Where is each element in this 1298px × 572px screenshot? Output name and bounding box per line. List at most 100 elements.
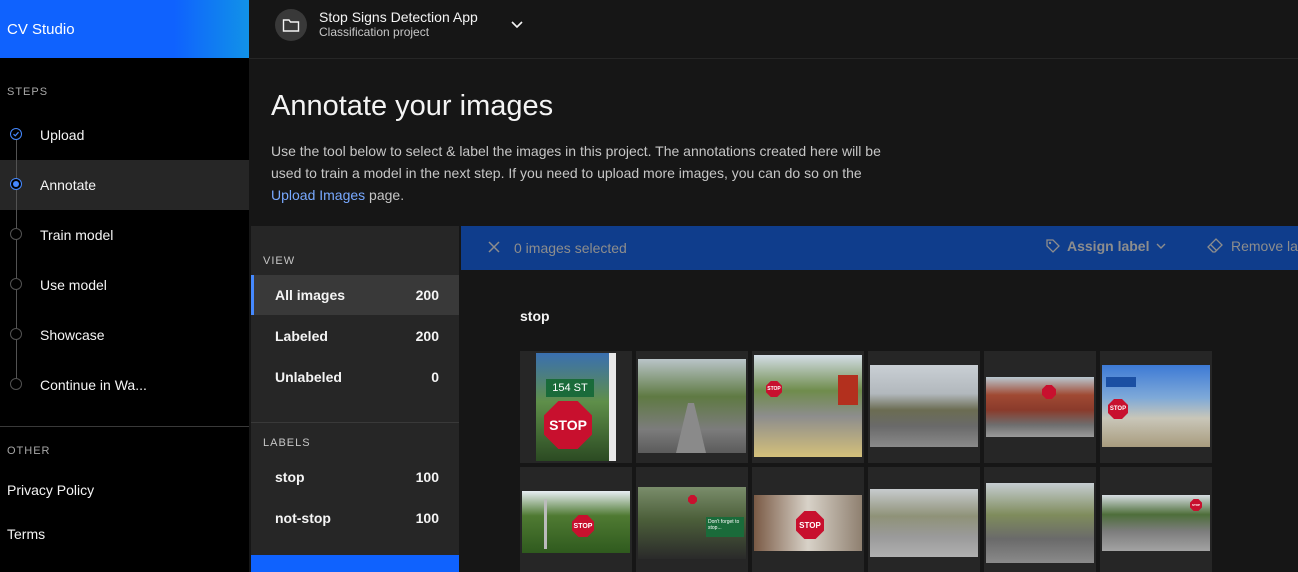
- view-panel: VIEW All images 200 Labeled 200 Unlabele…: [251, 226, 459, 572]
- filter-label: Unlabeled: [275, 369, 342, 385]
- selection-count: 0 images selected: [514, 240, 627, 256]
- road-sign: Don't forget to stop...: [706, 517, 744, 537]
- image-thumbnail: STOP: [754, 495, 862, 551]
- image-thumbnail: STOP: [754, 355, 862, 457]
- incomplete-step-icon: [10, 328, 22, 340]
- stop-sign: [1042, 385, 1056, 399]
- selection-toolbar: 0 images selected Assign label Remove la: [461, 226, 1298, 270]
- image-thumbnail: STOP: [1102, 365, 1210, 447]
- filter-all-images[interactable]: All images 200: [251, 275, 459, 315]
- stop-sign: [688, 495, 697, 504]
- image-tile[interactable]: [868, 467, 980, 572]
- stop-sign: STOP: [544, 401, 592, 449]
- incomplete-step-icon: [10, 228, 22, 240]
- folder-icon: [275, 9, 307, 41]
- description-text: Use the tool below to select & label the…: [271, 143, 881, 181]
- sidebar: CV Studio STEPS Upload Annotate Train mo…: [0, 0, 249, 572]
- project-name: Stop Signs Detection App: [319, 9, 478, 25]
- brand-title[interactable]: CV Studio: [0, 0, 249, 58]
- label-name: not-stop: [275, 510, 331, 526]
- image-thumbnail: [870, 365, 978, 447]
- filter-count: 200: [415, 328, 439, 344]
- stop-sign: STOP: [572, 515, 594, 537]
- image-tile[interactable]: 154 ST STOP: [520, 351, 632, 463]
- steps-heading: STEPS: [7, 86, 49, 98]
- filter-count: 0: [431, 369, 439, 385]
- step-train-model[interactable]: Train model: [0, 210, 249, 260]
- street-sign: 154 ST: [546, 379, 594, 397]
- step-annotate[interactable]: Annotate: [0, 160, 249, 210]
- label-name: stop: [275, 469, 305, 485]
- stop-sign: STOP: [796, 511, 824, 539]
- label-count: 100: [415, 510, 439, 526]
- steps-list: Upload Annotate Train model Use model Sh…: [0, 110, 249, 410]
- project-header: Stop Signs Detection App Classification …: [249, 0, 1298, 59]
- chevron-down-icon[interactable]: [509, 16, 525, 37]
- image-tile[interactable]: [984, 467, 1096, 572]
- step-continue-in-watson[interactable]: Continue in Wa...: [0, 360, 249, 410]
- filter-labeled[interactable]: Labeled 200: [251, 316, 459, 356]
- image-thumbnail: [638, 359, 746, 453]
- stop-sign: STOP: [766, 381, 782, 397]
- current-step-icon: [10, 178, 22, 190]
- image-thumbnail: STOP: [1102, 495, 1210, 551]
- upload-images-link[interactable]: Upload Images: [271, 187, 365, 203]
- image-thumbnail: [986, 483, 1094, 563]
- project-type: Classification project: [319, 25, 430, 39]
- image-tile[interactable]: Don't forget to stop...: [636, 467, 748, 572]
- image-tile[interactable]: STOP: [752, 351, 864, 463]
- image-tile[interactable]: STOP: [752, 467, 864, 572]
- step-label: Train model: [40, 227, 114, 243]
- remove-label-button[interactable]: Remove la: [1207, 238, 1298, 254]
- image-thumbnail: Don't forget to stop...: [638, 487, 746, 559]
- image-tile[interactable]: [984, 351, 1096, 463]
- incomplete-step-icon: [10, 278, 22, 290]
- stop-sign: STOP: [1190, 499, 1202, 511]
- view-heading: VIEW: [263, 255, 296, 267]
- image-tile[interactable]: STOP: [1100, 467, 1212, 572]
- image-tile[interactable]: STOP: [1100, 351, 1212, 463]
- image-thumbnail: [986, 377, 1094, 437]
- step-upload[interactable]: Upload: [0, 110, 249, 160]
- label-count: 100: [415, 469, 439, 485]
- filter-unlabeled[interactable]: Unlabeled 0: [251, 357, 459, 397]
- assign-label-text: Assign label: [1067, 238, 1150, 254]
- chevron-down-icon: [1156, 243, 1166, 249]
- image-gallery: stop 154 ST STOP STOP STOP STOP Don't fo…: [461, 270, 1298, 572]
- page-title: Annotate your images: [271, 90, 554, 122]
- tag-icon: [1046, 239, 1060, 253]
- description-text-end: page.: [365, 187, 405, 203]
- label-filter-stop[interactable]: stop 100: [251, 457, 459, 497]
- sidebar-divider: [0, 426, 249, 427]
- filter-label: Labeled: [275, 328, 328, 344]
- image-tile[interactable]: [868, 351, 980, 463]
- incomplete-step-icon: [10, 378, 22, 390]
- step-showcase[interactable]: Showcase: [0, 310, 249, 360]
- privacy-policy-link[interactable]: Privacy Policy: [7, 482, 94, 498]
- step-label: Upload: [40, 127, 85, 143]
- panel-divider: [251, 422, 459, 423]
- image-tile[interactable]: [636, 351, 748, 463]
- image-thumbnail: STOP: [522, 491, 630, 553]
- other-heading: OTHER: [7, 445, 51, 457]
- step-label: Use model: [40, 277, 107, 293]
- image-thumbnail: 154 ST STOP: [536, 353, 616, 461]
- labels-heading: LABELS: [263, 437, 311, 449]
- add-label-button[interactable]: [251, 555, 459, 572]
- step-label: Continue in Wa...: [40, 377, 147, 393]
- steps-connector-line: [16, 134, 17, 384]
- checkmark-circle-icon: [10, 128, 22, 140]
- label-filter-not-stop[interactable]: not-stop 100: [251, 498, 459, 538]
- assign-label-button[interactable]: Assign label: [1045, 238, 1167, 254]
- image-tile[interactable]: STOP: [520, 467, 632, 572]
- page-description: Use the tool below to select & label the…: [271, 140, 881, 206]
- filter-label: All images: [275, 287, 346, 303]
- terms-link[interactable]: Terms: [7, 526, 45, 542]
- step-use-model[interactable]: Use model: [0, 260, 249, 310]
- eraser-icon: [1207, 238, 1223, 253]
- remove-label-text: Remove la: [1231, 238, 1298, 254]
- close-icon[interactable]: [487, 240, 501, 259]
- step-label: Showcase: [40, 327, 105, 343]
- image-thumbnail: [870, 489, 978, 557]
- stop-sign: STOP: [1108, 399, 1128, 419]
